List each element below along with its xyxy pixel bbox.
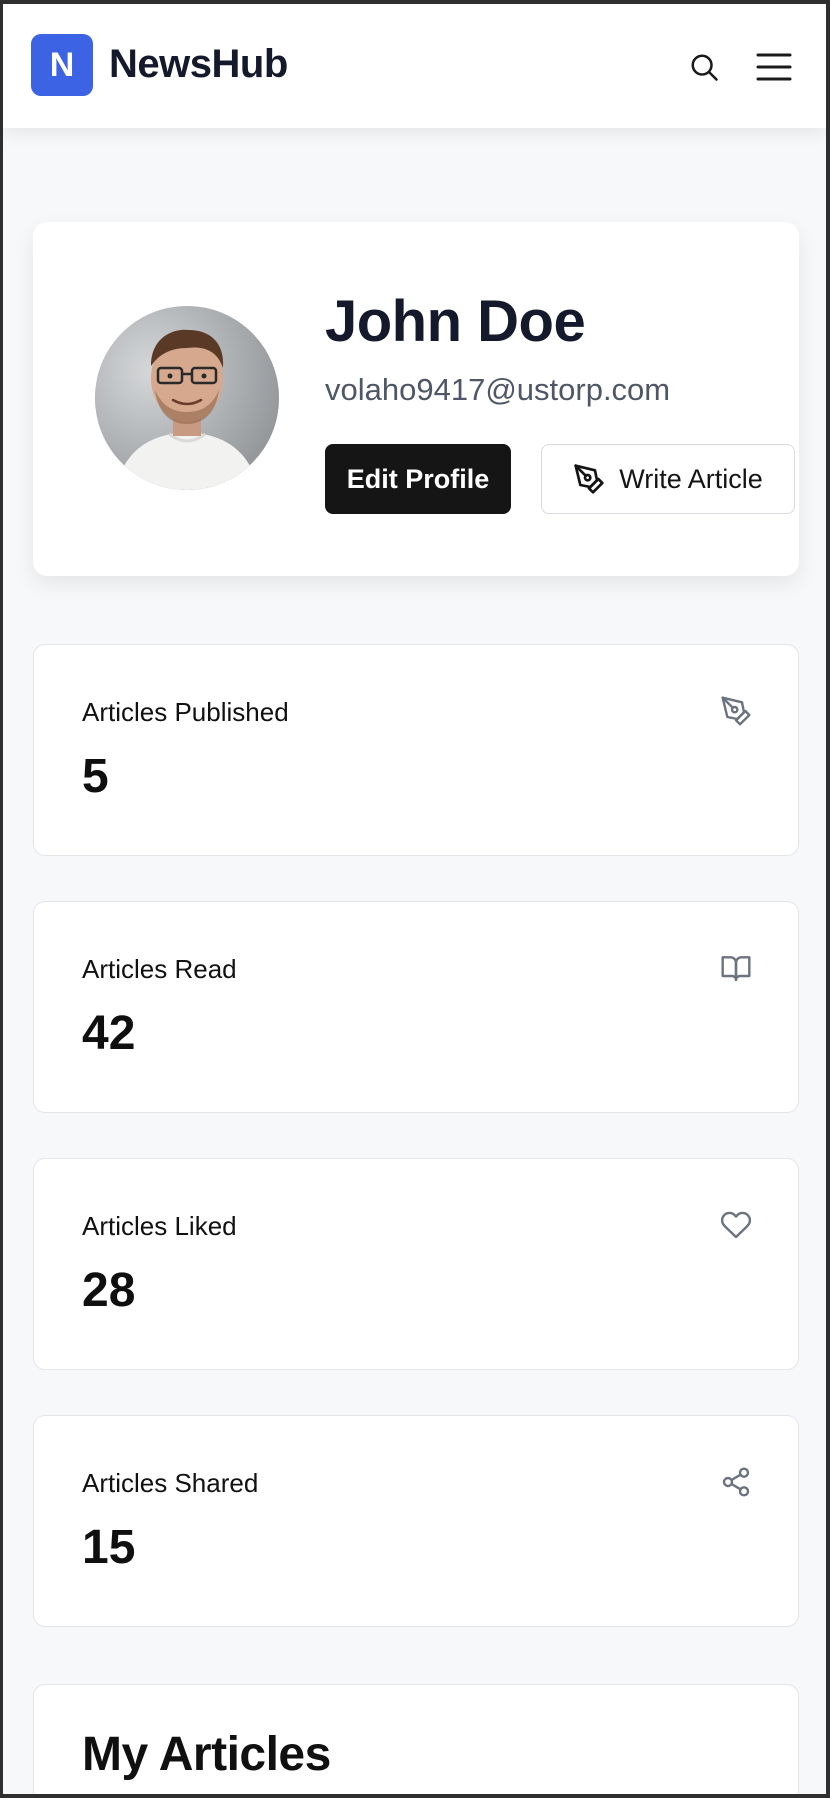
- menu-icon[interactable]: [755, 50, 793, 84]
- my-articles-card: My Articles: [33, 1684, 799, 1794]
- heart-icon: [720, 1211, 752, 1239]
- stat-label: Articles Published: [82, 697, 289, 727]
- stat-value: 28: [82, 1264, 136, 1317]
- share-icon: [722, 1467, 750, 1497]
- stat-label: Articles Liked: [82, 1211, 237, 1241]
- stat-card-published: Articles Published 5: [33, 644, 799, 856]
- write-article-button[interactable]: Write Article: [541, 444, 795, 514]
- profile-email: volaho9417@ustorp.com: [325, 372, 671, 407]
- brand-name[interactable]: NewsHub: [109, 42, 288, 87]
- search-icon[interactable]: [689, 52, 719, 82]
- pen-tool-icon: [574, 464, 604, 494]
- my-articles-title: My Articles: [82, 1728, 331, 1781]
- profile-name: John Doe: [325, 289, 586, 354]
- avatar-portrait: [95, 306, 279, 490]
- pen-tool-icon: [721, 696, 751, 726]
- profile-card: John Doe volaho9417@ustorp.com Edit Prof…: [33, 222, 799, 576]
- stat-value: 42: [82, 1007, 136, 1060]
- write-article-label: Write Article: [619, 463, 763, 494]
- stat-card-shared: Articles Shared 15: [33, 1415, 799, 1627]
- stat-label: Articles Read: [82, 954, 237, 984]
- avatar[interactable]: [95, 306, 279, 490]
- stat-card-liked: Articles Liked 28: [33, 1158, 799, 1370]
- top-header: N NewsHub: [3, 4, 826, 128]
- stat-value: 5: [82, 750, 109, 803]
- logo-badge[interactable]: N: [31, 34, 93, 96]
- app-frame: N NewsHub John Doe volaho9417@ustorp.com…: [0, 0, 830, 1798]
- logo-letter: N: [49, 45, 75, 84]
- stat-label: Articles Shared: [82, 1468, 259, 1498]
- book-open-icon: [721, 956, 751, 982]
- stat-value: 15: [82, 1521, 136, 1574]
- edit-profile-button[interactable]: Edit Profile: [325, 444, 511, 514]
- stat-card-read: Articles Read 42: [33, 901, 799, 1113]
